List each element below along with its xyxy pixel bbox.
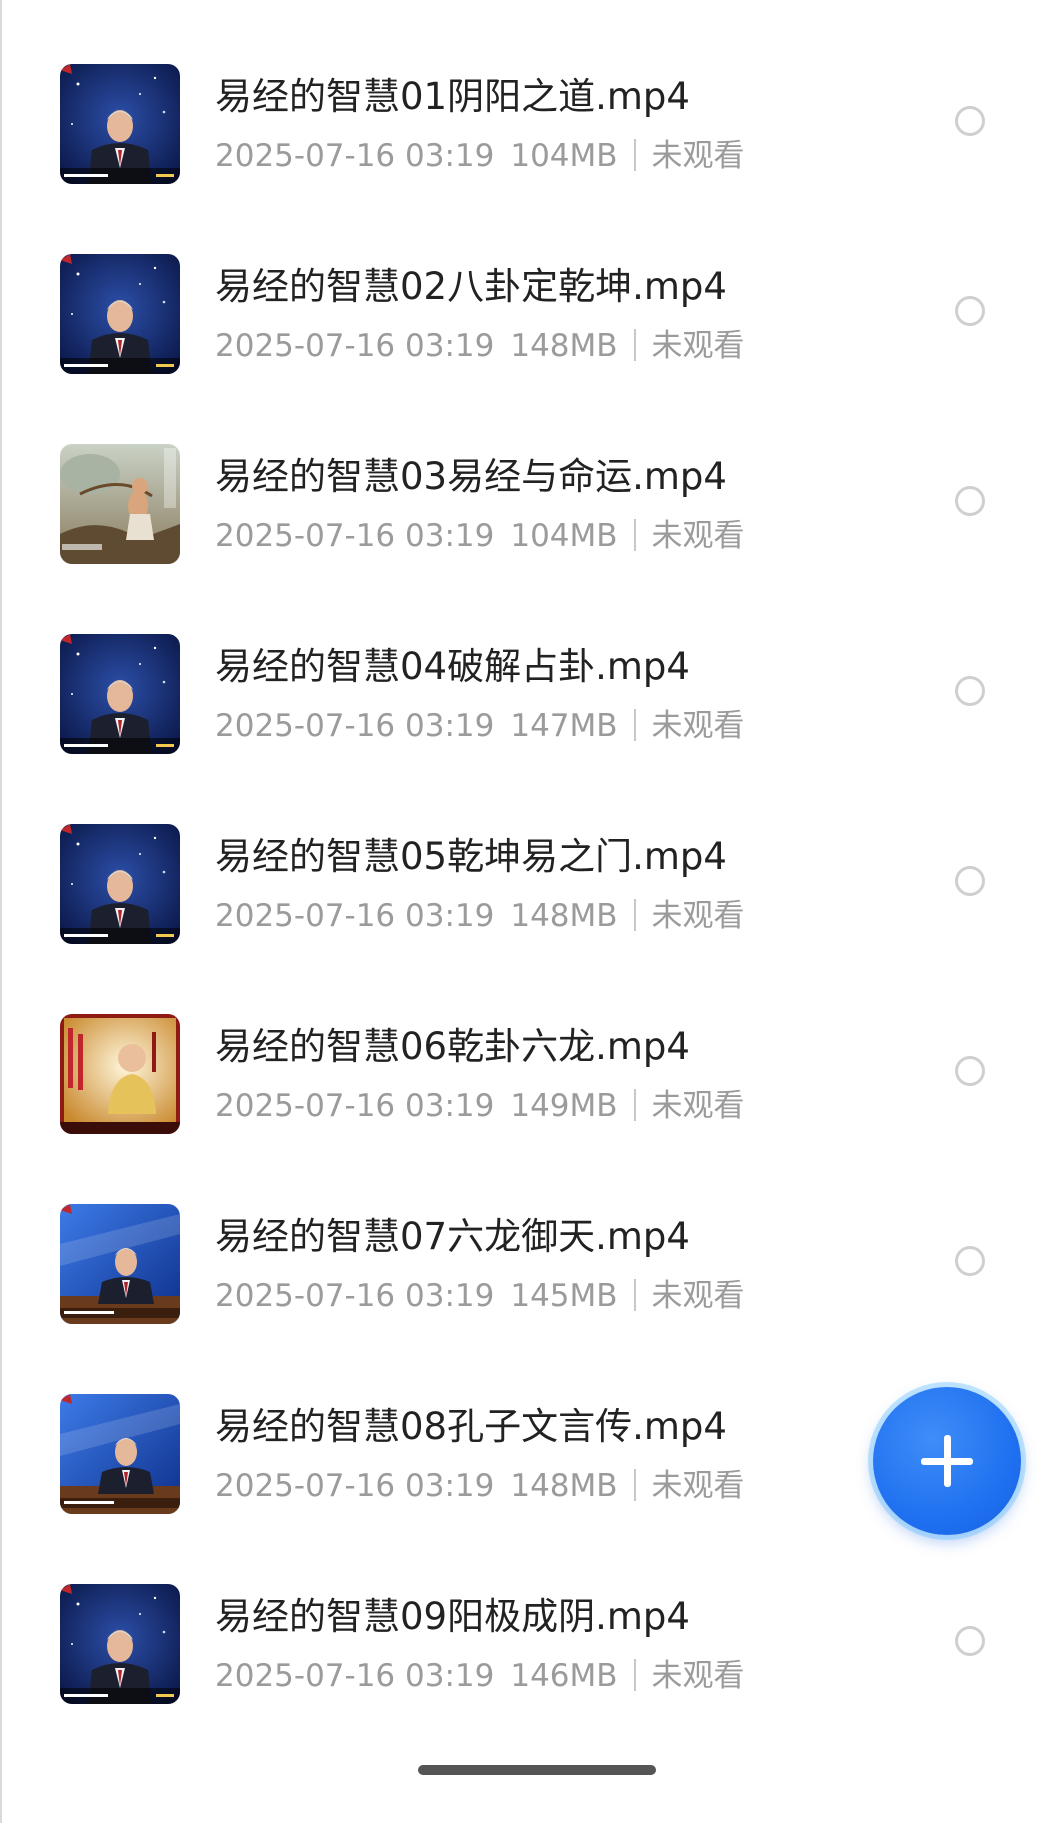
home-indicator-bar[interactable] — [418, 1765, 656, 1775]
select-radio-button[interactable] — [955, 866, 985, 896]
file-name: 易经的智慧05乾坤易之门.mp4 — [215, 835, 727, 878]
watch-status: 未观看 — [651, 1088, 745, 1124]
file-size: 148MB — [510, 1468, 618, 1504]
meta-divider — [633, 899, 636, 931]
file-name: 易经的智慧09阳极成阴.mp4 — [215, 1595, 690, 1638]
file-name: 易经的智慧07六龙御天.mp4 — [215, 1215, 690, 1258]
meta-divider — [633, 1659, 636, 1691]
video-thumbnail — [60, 64, 180, 184]
add-button[interactable] — [873, 1387, 1021, 1535]
meta-divider — [633, 519, 636, 551]
file-meta: 2025-07-16 03:19 148MB 未观看 — [215, 326, 745, 366]
meta-divider — [633, 139, 636, 171]
watch-status: 未观看 — [651, 518, 745, 554]
file-name: 易经的智慧04破解占卦.mp4 — [215, 645, 690, 688]
file-meta: 2025-07-16 03:19 148MB 未观看 — [215, 896, 745, 936]
file-meta: 2025-07-16 03:19 147MB 未观看 — [215, 706, 745, 746]
watch-status: 未观看 — [651, 138, 745, 174]
select-radio-button[interactable] — [955, 106, 985, 136]
file-date: 2025-07-16 03:19 — [215, 138, 495, 174]
video-file-row[interactable]: 易经的智慧07六龙御天.mp4 2025-07-16 03:19 145MB 未观看 — [0, 1140, 1050, 1330]
watch-status: 未观看 — [651, 898, 745, 934]
watch-status: 未观看 — [651, 708, 745, 744]
file-name: 易经的智慧01阴阳之道.mp4 — [215, 75, 690, 118]
select-radio-button[interactable] — [955, 1246, 985, 1276]
video-file-row[interactable]: 易经的智慧02八卦定乾坤.mp4 2025-07-16 03:19 148MB 未观看 — [0, 190, 1050, 380]
file-meta: 2025-07-16 03:19 104MB 未观看 — [215, 136, 745, 176]
file-name: 易经的智慧06乾卦六龙.mp4 — [215, 1025, 690, 1068]
file-name: 易经的智慧02八卦定乾坤.mp4 — [215, 265, 727, 308]
file-meta: 2025-07-16 03:19 148MB 未观看 — [215, 1466, 745, 1506]
file-date: 2025-07-16 03:19 — [215, 898, 495, 934]
meta-divider — [633, 709, 636, 741]
meta-divider — [633, 329, 636, 361]
file-date: 2025-07-16 03:19 — [215, 1468, 495, 1504]
file-date: 2025-07-16 03:19 — [215, 518, 495, 554]
file-name: 易经的智慧03易经与命运.mp4 — [215, 455, 727, 498]
select-radio-button[interactable] — [955, 676, 985, 706]
select-radio-button[interactable] — [955, 1626, 985, 1656]
file-meta: 2025-07-16 03:19 149MB 未观看 — [215, 1086, 745, 1126]
file-meta: 2025-07-16 03:19 104MB 未观看 — [215, 516, 745, 556]
select-radio-button[interactable] — [955, 296, 985, 326]
file-size: 148MB — [510, 328, 618, 364]
video-thumbnail — [60, 824, 180, 944]
file-date: 2025-07-16 03:19 — [215, 1088, 495, 1124]
file-name: 易经的智慧08孔子文言传.mp4 — [215, 1405, 727, 1448]
file-date: 2025-07-16 03:19 — [215, 1658, 495, 1694]
meta-divider — [633, 1279, 636, 1311]
video-file-row[interactable]: 易经的智慧09阳极成阴.mp4 2025-07-16 03:19 146MB 未观看 — [0, 1520, 1050, 1710]
file-date: 2025-07-16 03:19 — [215, 328, 495, 364]
file-size: 148MB — [510, 898, 618, 934]
video-thumbnail — [60, 1394, 180, 1514]
file-size: 104MB — [510, 138, 618, 174]
video-file-row[interactable]: 易经的智慧03易经与命运.mp4 2025-07-16 03:19 104MB 未观看 — [0, 380, 1050, 570]
video-file-row[interactable]: 易经的智慧05乾坤易之门.mp4 2025-07-16 03:19 148MB 未观看 — [0, 760, 1050, 950]
watch-status: 未观看 — [651, 1658, 745, 1694]
video-thumbnail — [60, 254, 180, 374]
watch-status: 未观看 — [651, 1278, 745, 1314]
file-date: 2025-07-16 03:19 — [215, 708, 495, 744]
video-thumbnail — [60, 444, 180, 564]
file-meta: 2025-07-16 03:19 145MB 未观看 — [215, 1276, 745, 1316]
video-file-row[interactable]: 易经的智慧04破解占卦.mp4 2025-07-16 03:19 147MB 未观看 — [0, 570, 1050, 760]
meta-divider — [633, 1469, 636, 1501]
file-size: 146MB — [510, 1658, 618, 1694]
file-size: 147MB — [510, 708, 618, 744]
file-date: 2025-07-16 03:19 — [215, 1278, 495, 1314]
video-thumbnail — [60, 634, 180, 754]
video-thumbnail — [60, 1584, 180, 1704]
meta-divider — [633, 1089, 636, 1121]
video-file-row[interactable]: 易经的智慧06乾卦六龙.mp4 2025-07-16 03:19 149MB 未观看 — [0, 950, 1050, 1140]
file-size: 145MB — [510, 1278, 618, 1314]
video-file-row[interactable]: 易经的智慧01阴阳之道.mp4 2025-07-16 03:19 104MB 未观看 — [0, 0, 1050, 190]
video-thumbnail — [60, 1014, 180, 1134]
file-size: 149MB — [510, 1088, 618, 1124]
watch-status: 未观看 — [651, 328, 745, 364]
plus-icon — [921, 1435, 973, 1487]
file-size: 104MB — [510, 518, 618, 554]
video-thumbnail — [60, 1204, 180, 1324]
watch-status: 未观看 — [651, 1468, 745, 1504]
select-radio-button[interactable] — [955, 486, 985, 516]
file-meta: 2025-07-16 03:19 146MB 未观看 — [215, 1656, 745, 1696]
select-radio-button[interactable] — [955, 1056, 985, 1086]
